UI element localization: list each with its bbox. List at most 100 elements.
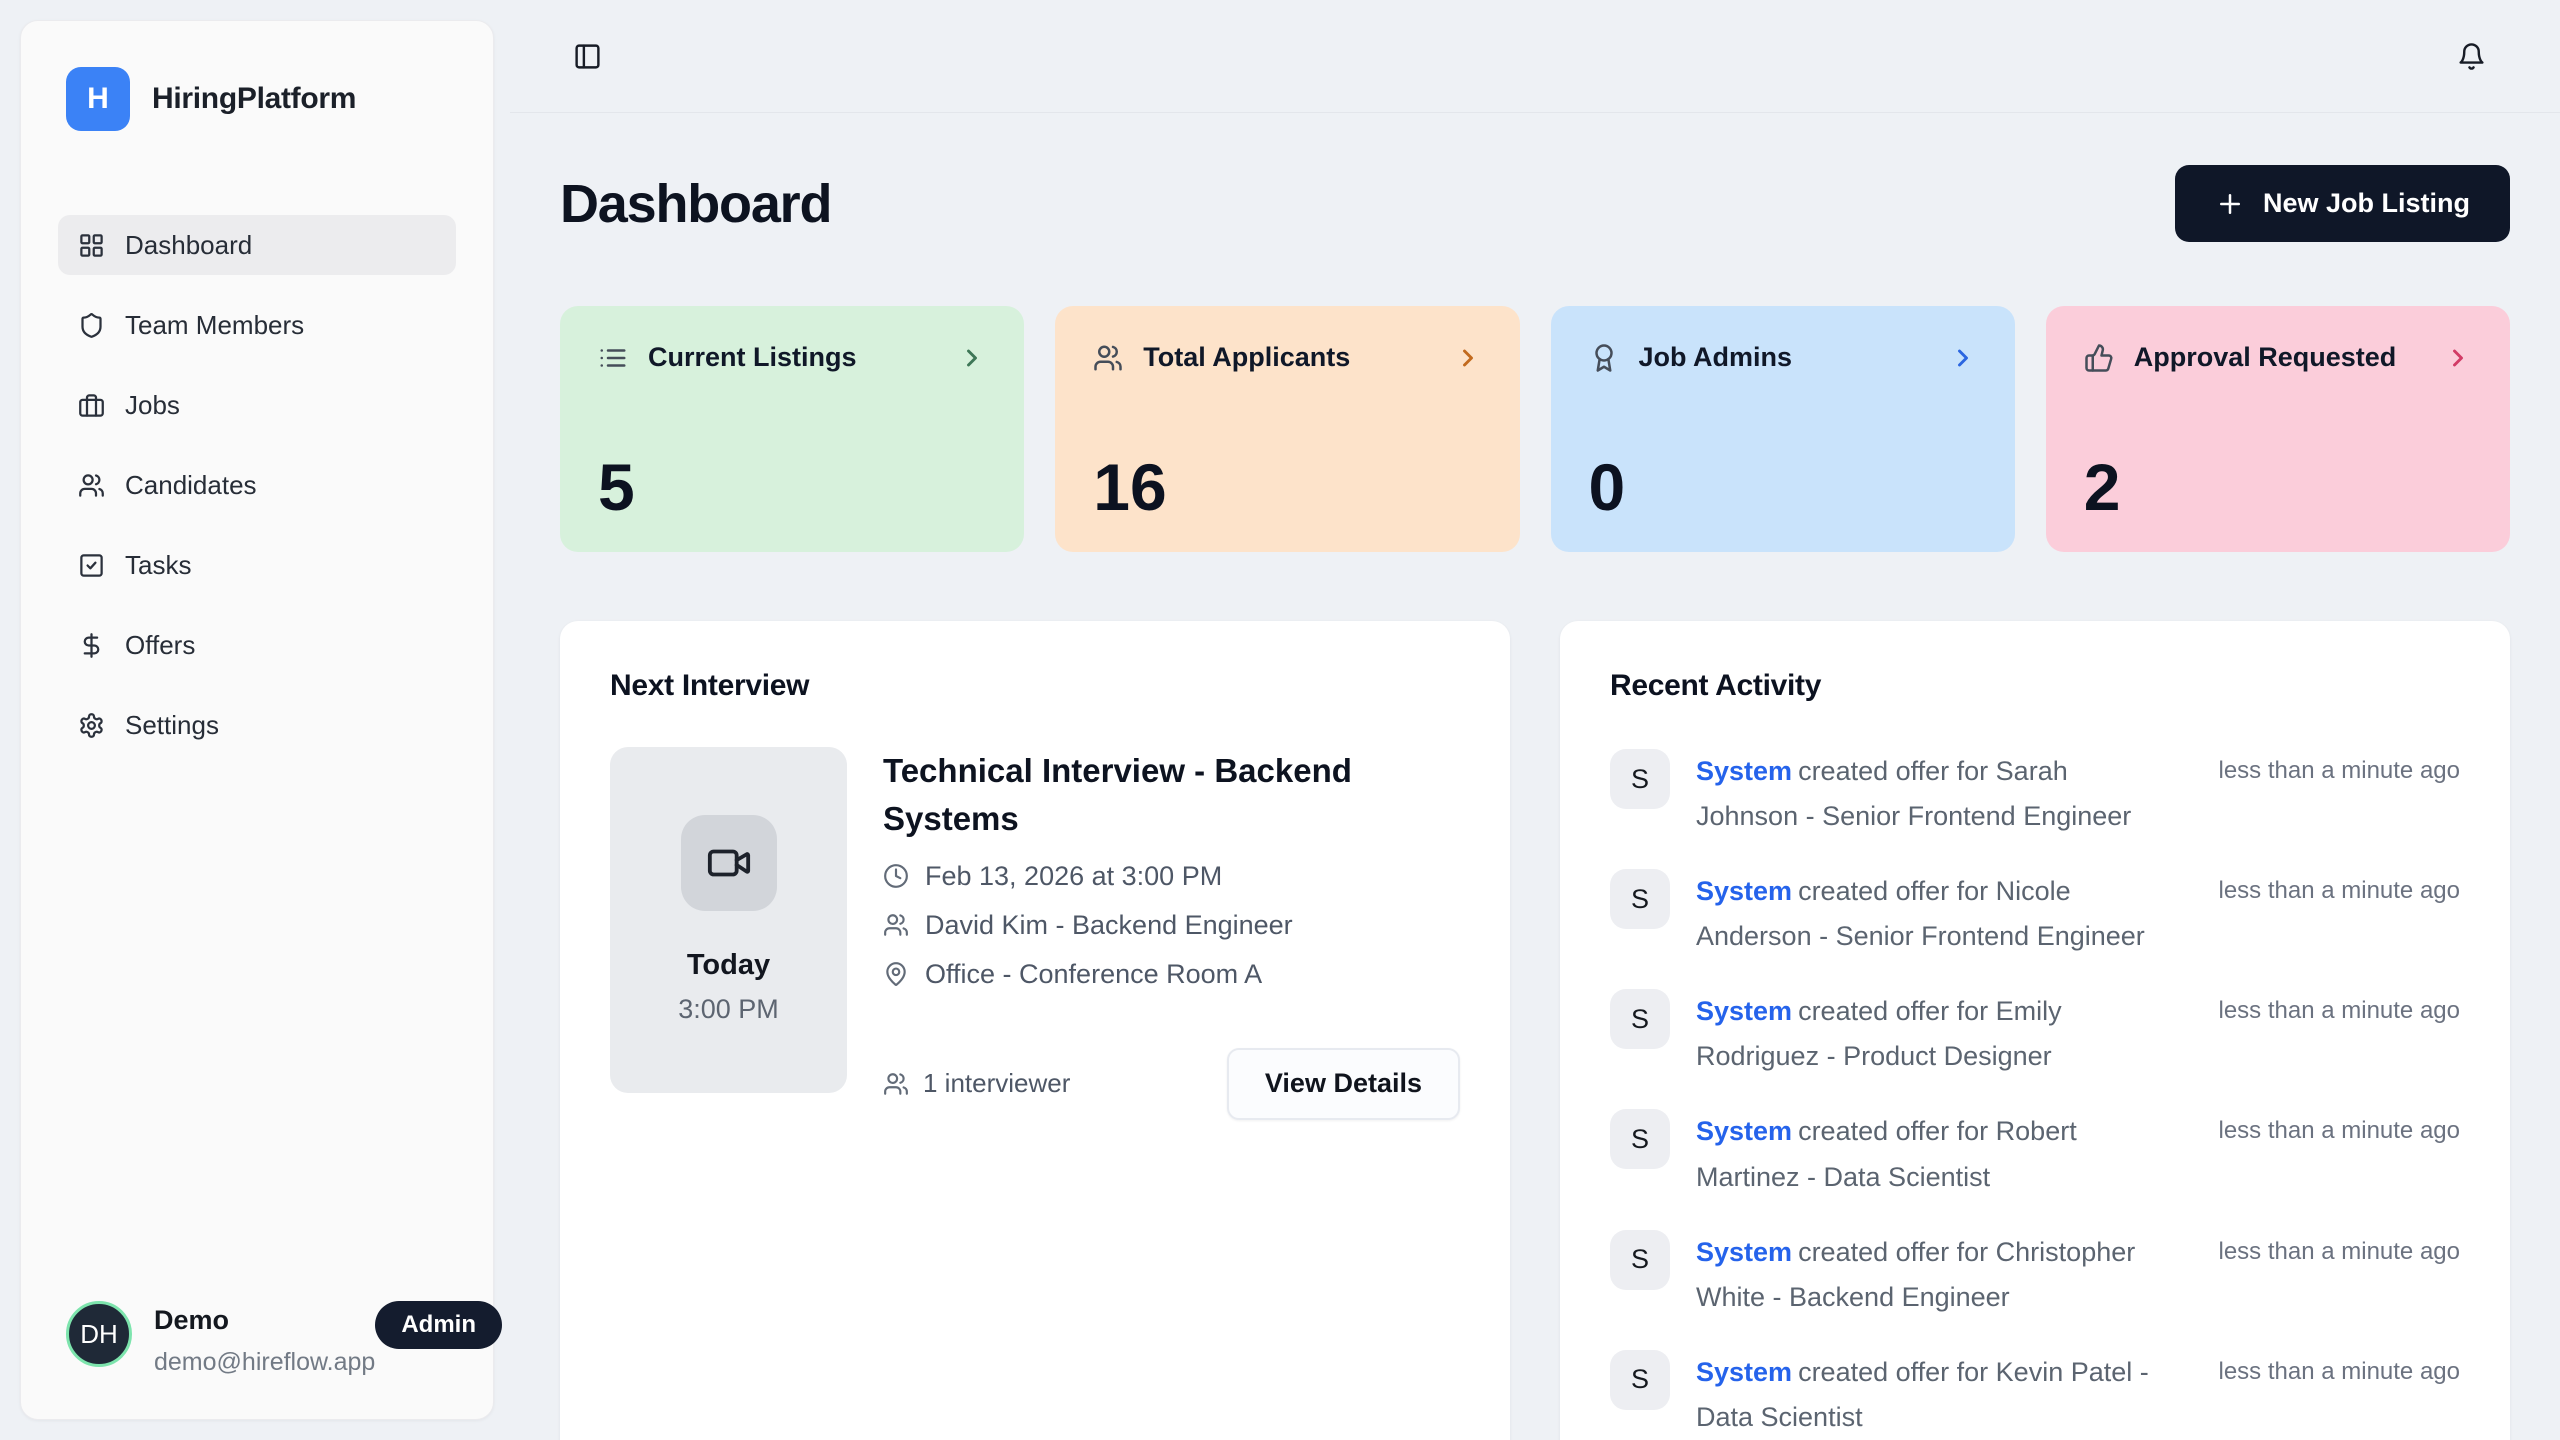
activity-timestamp: less than a minute ago xyxy=(2219,1109,2461,1145)
activity-actor-link[interactable]: System xyxy=(1696,996,1792,1026)
role-badge: Admin xyxy=(375,1301,502,1349)
gear-icon xyxy=(78,712,105,739)
sidebar-item-dashboard[interactable]: Dashboard xyxy=(58,215,456,275)
bell-icon xyxy=(2457,42,2486,71)
app-root: H HiringPlatform Dashboard Team Members … xyxy=(0,0,2560,1440)
interview-datetime-row: Feb 13, 2026 at 3:00 PM xyxy=(883,861,1460,892)
activity-row: S Systemcreated offer for Nicole Anderso… xyxy=(1610,869,2460,959)
clock-icon xyxy=(883,863,909,889)
activity-avatar: S xyxy=(1610,1109,1670,1169)
video-tile xyxy=(681,815,777,911)
sidebar-item-team-members[interactable]: Team Members xyxy=(58,295,456,355)
sidebar-item-label: Settings xyxy=(125,710,219,741)
sidebar-nav: Dashboard Team Members Jobs Candidates T… xyxy=(21,215,493,755)
chevron-right-icon xyxy=(2444,344,2472,372)
user-email: demo@hireflow.app xyxy=(154,1348,375,1377)
activity-row: S Systemcreated offer for Sarah Johnson … xyxy=(1610,749,2460,839)
interview-location: Office - Conference Room A xyxy=(925,959,1262,990)
sidebar-item-offers[interactable]: Offers xyxy=(58,615,456,675)
activity-text: Systemcreated offer for Emily Rodriguez … xyxy=(1696,989,2193,1079)
new-job-listing-button[interactable]: New Job Listing xyxy=(2175,165,2510,242)
activity-avatar: S xyxy=(1610,1350,1670,1410)
shield-icon xyxy=(78,312,105,339)
interview-location-row: Office - Conference Room A xyxy=(883,959,1460,990)
activity-timestamp: less than a minute ago xyxy=(2219,869,2461,905)
interview-details: Technical Interview - Backend Systems Fe… xyxy=(883,747,1460,1120)
interviewer-count: 1 interviewer xyxy=(883,1068,1070,1099)
stat-card-total-applicants[interactable]: Total Applicants 16 xyxy=(1055,306,1519,552)
sidebar-item-label: Candidates xyxy=(125,470,257,501)
activity-actor-link[interactable]: System xyxy=(1696,1116,1792,1146)
stat-card-job-admins[interactable]: Job Admins 0 xyxy=(1551,306,2015,552)
activity-actor-link[interactable]: System xyxy=(1696,876,1792,906)
thumbs-up-icon xyxy=(2084,343,2114,373)
next-interview-panel: Next Interview Today 3:00 PM Technical I… xyxy=(560,621,1510,1440)
brand-name: HiringPlatform xyxy=(152,82,356,116)
main-area: Dashboard New Job Listing Current Listin… xyxy=(510,0,2560,1440)
stat-value: 16 xyxy=(1093,454,1481,520)
activity-row: S Systemcreated offer for Robert Martine… xyxy=(1610,1109,2460,1199)
brand: H HiringPlatform xyxy=(21,21,493,131)
new-job-listing-label: New Job Listing xyxy=(2263,188,2470,219)
avatar: DH xyxy=(66,1301,132,1367)
stat-card-current-listings[interactable]: Current Listings 5 xyxy=(560,306,1024,552)
activity-avatar: S xyxy=(1610,869,1670,929)
sidebar-item-jobs[interactable]: Jobs xyxy=(58,375,456,435)
stat-label: Current Listings xyxy=(648,342,938,373)
sidebar-item-label: Dashboard xyxy=(125,230,252,261)
activity-actor-link[interactable]: System xyxy=(1696,1357,1792,1387)
stat-card-header: Current Listings xyxy=(598,342,986,373)
activity-text: Systemcreated offer for Sarah Johnson - … xyxy=(1696,749,2193,839)
interview-card: Today 3:00 PM Technical Interview - Back… xyxy=(610,747,1460,1120)
view-details-button[interactable]: View Details xyxy=(1227,1048,1460,1120)
users-icon xyxy=(883,912,909,938)
briefcase-icon xyxy=(78,392,105,419)
stat-label: Approval Requested xyxy=(2134,342,2424,373)
sidebar-item-label: Team Members xyxy=(125,310,304,341)
sidebar: H HiringPlatform Dashboard Team Members … xyxy=(20,20,494,1420)
user-info: Demo demo@hireflow.app xyxy=(154,1301,375,1377)
sidebar-toggle-button[interactable] xyxy=(573,42,602,71)
activity-timestamp: less than a minute ago xyxy=(2219,1350,2461,1386)
activity-avatar: S xyxy=(1610,989,1670,1049)
activity-timestamp: less than a minute ago xyxy=(2219,749,2461,785)
activity-actor-link[interactable]: System xyxy=(1696,756,1792,786)
activity-avatar: S xyxy=(1610,1230,1670,1290)
sidebar-item-candidates[interactable]: Candidates xyxy=(58,455,456,515)
sidebar-user[interactable]: DH Demo demo@hireflow.app Admin xyxy=(66,1301,453,1377)
interview-date-label: Today xyxy=(687,949,770,982)
sidebar-item-tasks[interactable]: Tasks xyxy=(58,535,456,595)
stat-card-header: Job Admins xyxy=(1589,342,1977,373)
page-title: Dashboard xyxy=(560,173,831,235)
interview-footer: 1 interviewer View Details xyxy=(883,1048,1460,1120)
stat-card-header: Approval Requested xyxy=(2084,342,2472,373)
panel-left-icon xyxy=(573,42,602,71)
recent-activity-panel: Recent Activity S Systemcreated offer fo… xyxy=(1560,621,2510,1440)
stat-card-header: Total Applicants xyxy=(1093,342,1481,373)
stat-card-approval-requested[interactable]: Approval Requested 2 xyxy=(2046,306,2510,552)
award-icon xyxy=(1589,343,1619,373)
stats-row: Current Listings 5 Total Applicants 16 xyxy=(560,306,2510,552)
activity-timestamp: less than a minute ago xyxy=(2219,1230,2461,1266)
activity-text: Systemcreated offer for Nicole Anderson … xyxy=(1696,869,2193,959)
notifications-button[interactable] xyxy=(2457,42,2486,71)
user-name: Demo xyxy=(154,1301,375,1336)
recent-activity-title: Recent Activity xyxy=(1610,669,2460,703)
sidebar-item-settings[interactable]: Settings xyxy=(58,695,456,755)
activity-row: S Systemcreated offer for Kevin Patel - … xyxy=(1610,1350,2460,1440)
sidebar-item-label: Offers xyxy=(125,630,195,661)
plus-icon xyxy=(2215,189,2245,219)
sidebar-item-label: Tasks xyxy=(125,550,191,581)
interviewer-count-label: 1 interviewer xyxy=(923,1068,1070,1099)
activity-text: Systemcreated offer for Christopher Whit… xyxy=(1696,1230,2193,1320)
chevron-right-icon xyxy=(958,344,986,372)
activity-row: S Systemcreated offer for Emily Rodrigue… xyxy=(1610,989,2460,1079)
activity-text: Systemcreated offer for Robert Martinez … xyxy=(1696,1109,2193,1199)
title-row: Dashboard New Job Listing xyxy=(560,165,2510,242)
stat-label: Job Admins xyxy=(1639,342,1929,373)
dashboard-content: Dashboard New Job Listing Current Listin… xyxy=(510,113,2560,1440)
brand-logo: H xyxy=(66,67,130,131)
activity-actor-link[interactable]: System xyxy=(1696,1237,1792,1267)
chevron-right-icon xyxy=(1949,344,1977,372)
activity-timestamp: less than a minute ago xyxy=(2219,989,2461,1025)
